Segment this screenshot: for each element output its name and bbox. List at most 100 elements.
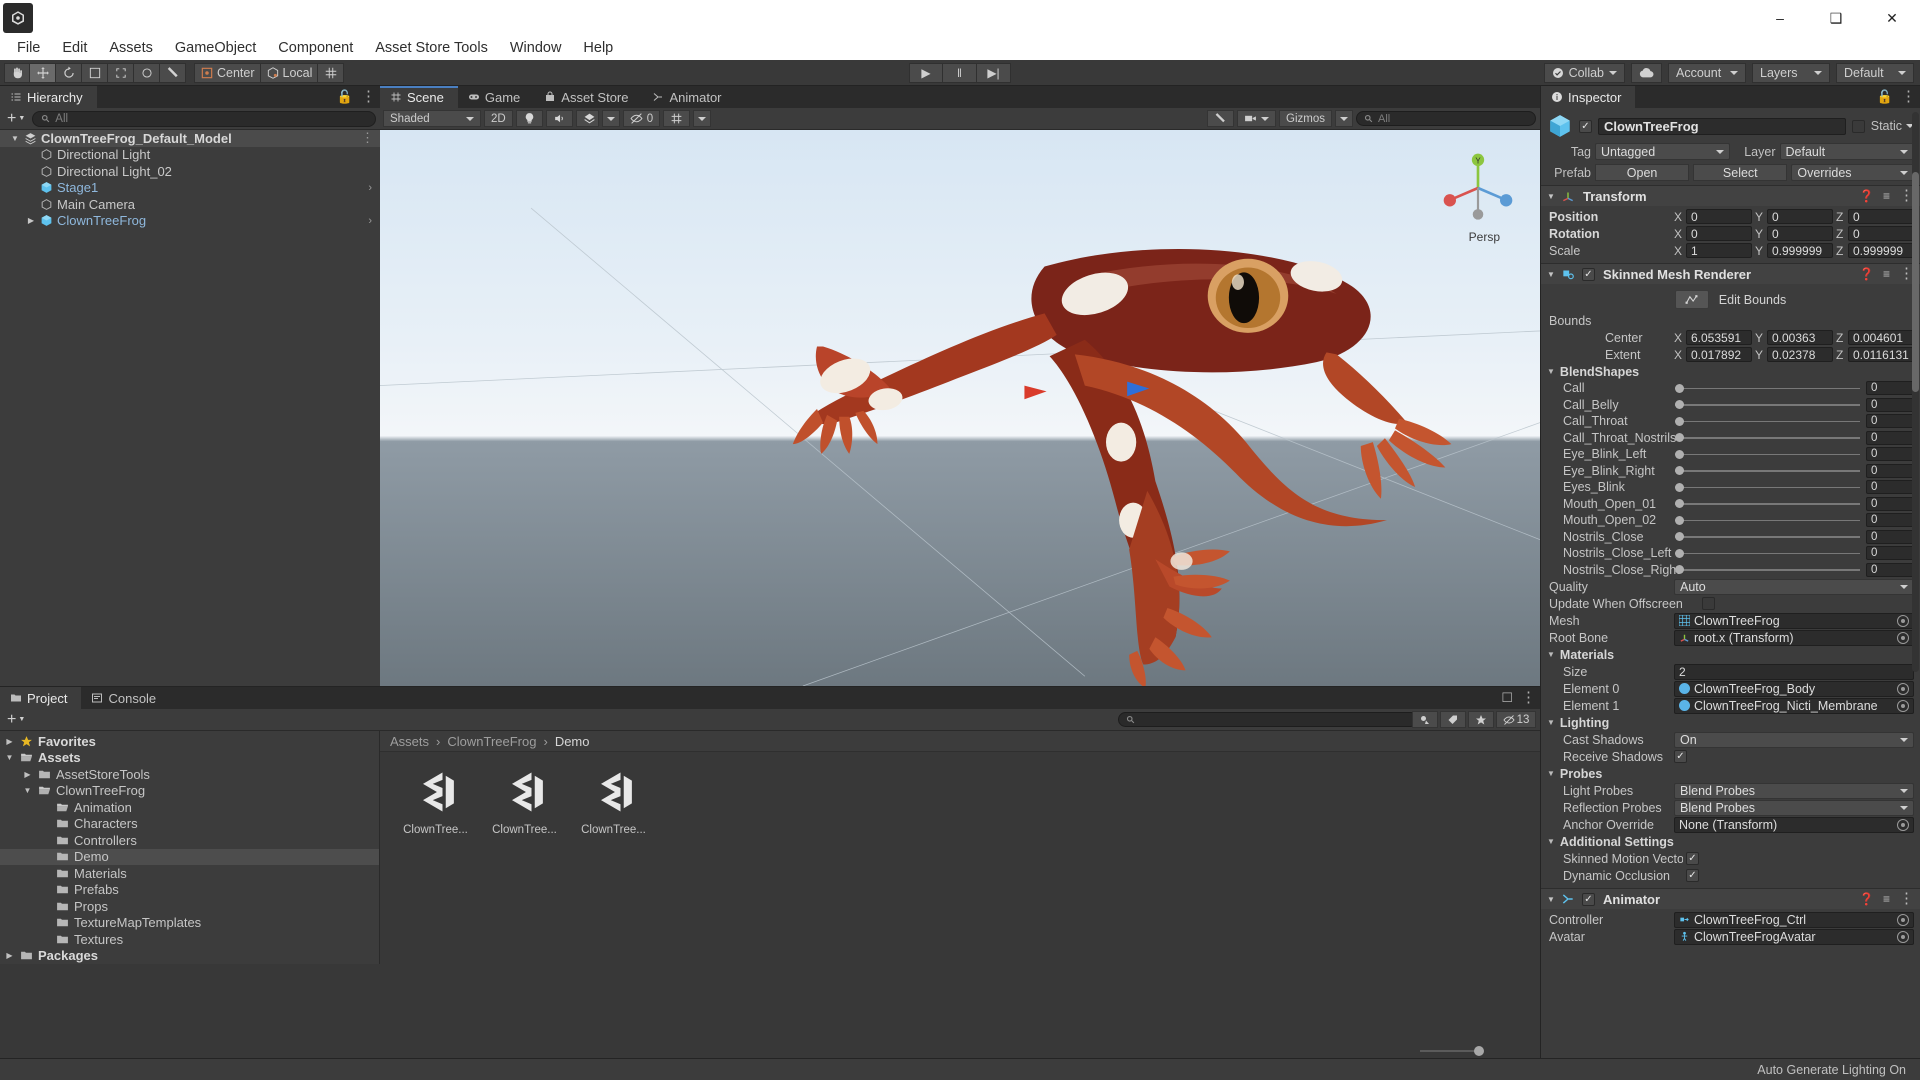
object-picker-icon[interactable] (1897, 699, 1909, 712)
menu-gameobject[interactable]: GameObject (164, 38, 267, 58)
scene-camera-button[interactable] (1237, 110, 1277, 127)
menu-assets[interactable]: Assets (98, 38, 164, 58)
center-x-input[interactable]: 6.053591 (1686, 330, 1752, 345)
extent-y-input[interactable]: 0.02378 (1767, 347, 1833, 362)
project-folder-prefabs[interactable]: Prefabs (0, 882, 379, 899)
step-button[interactable]: ▶| (977, 62, 1011, 83)
toggle-audio-button[interactable] (545, 110, 573, 127)
asset-item[interactable]: ClownTree... (398, 766, 473, 836)
projection-mode-label[interactable]: Persp (1469, 230, 1500, 244)
gizmos-button[interactable]: Gizmos (1279, 110, 1332, 127)
blendshape-slider[interactable] (1675, 448, 1860, 460)
static-checkbox[interactable] (1851, 119, 1865, 133)
scene-orientation-gizmo[interactable]: Y (1434, 144, 1522, 232)
blendshape-slider[interactable] (1675, 481, 1860, 493)
foldout-icon[interactable]: ▶ (22, 770, 33, 779)
tag-dropdown[interactable]: Untagged (1595, 143, 1730, 160)
transform-header[interactable]: ▼ Transform ❓ ≡ ⋮ (1541, 186, 1920, 206)
foldout-icon[interactable]: ▼ (1547, 192, 1556, 201)
close-button[interactable]: ✕ (1864, 0, 1920, 36)
blendshape-slider[interactable] (1675, 399, 1860, 411)
blendshape-slider[interactable] (1675, 498, 1860, 510)
blendshape-value-input[interactable]: 0 (1866, 397, 1914, 412)
object-name-input[interactable]: ClownTreeFrog (1598, 117, 1846, 135)
lighting-section-title[interactable]: ▼ Lighting (1541, 714, 1920, 731)
blendshape-value-input[interactable]: 0 (1866, 430, 1914, 445)
help-icon[interactable]: ❓ (1859, 189, 1874, 203)
grid-snap-button[interactable] (318, 62, 345, 83)
object-picker-icon[interactable] (1897, 614, 1909, 627)
foldout-icon[interactable]: ▼ (1547, 650, 1555, 659)
static-label-group[interactable]: Static (1871, 119, 1914, 133)
pivot-mode-button[interactable]: Center (194, 62, 261, 83)
prefab-open-button[interactable]: Open (1595, 164, 1690, 181)
project-folder-controllers[interactable]: Controllers (0, 832, 379, 849)
zoom-slider[interactable] (1420, 1046, 1484, 1056)
pause-button[interactable]: ‖ (943, 62, 977, 83)
blendshape-value-input[interactable]: 0 (1866, 529, 1914, 544)
object-picker-icon[interactable] (1897, 818, 1909, 831)
project-menu-icon[interactable]: ⋮ (1521, 690, 1536, 705)
menu-edit[interactable]: Edit (51, 38, 98, 58)
center-y-input[interactable]: 0.00363 (1767, 330, 1833, 345)
custom-tool-button[interactable] (160, 62, 186, 83)
additional-settings-title[interactable]: ▼ Additional Settings (1541, 833, 1920, 850)
preset-icon[interactable]: ≡ (1883, 267, 1890, 281)
mesh-object-field[interactable]: ClownTreeFrog (1674, 612, 1914, 629)
project-folder-favorites[interactable]: ▶ Favorites (0, 733, 379, 750)
cloud-button[interactable] (1631, 62, 1662, 83)
tab-project[interactable]: Project (0, 687, 82, 709)
dynamic-occlusion-checkbox[interactable]: ✓ (1686, 869, 1699, 882)
project-folder-demo[interactable]: Demo (0, 848, 379, 865)
hierarchy-menu-icon[interactable]: ⋮ (361, 89, 376, 104)
rotation-y-input[interactable]: 0 (1767, 226, 1833, 241)
blendshape-value-input[interactable]: 0 (1866, 480, 1914, 495)
tab-asset-store[interactable]: Asset Store (534, 86, 643, 108)
reflection-probes-dropdown[interactable]: Blend Probes (1674, 799, 1914, 816)
account-button[interactable]: Account (1668, 62, 1746, 83)
minimize-button[interactable]: – (1752, 0, 1808, 36)
blendshape-value-input[interactable]: 0 (1866, 546, 1914, 561)
foldout-icon[interactable]: ▼ (1547, 837, 1555, 846)
foldout-icon[interactable]: ▼ (4, 753, 15, 762)
blendshape-slider[interactable] (1675, 564, 1860, 576)
menu-file[interactable]: File (6, 38, 51, 58)
project-folder-characters[interactable]: Characters (0, 816, 379, 833)
hierarchy-item-clowntreefrog-default-model[interactable]: ▼ ClownTreeFrog_Default_Model ⋮ (0, 130, 380, 147)
pivot-rotation-button[interactable]: Local (260, 62, 319, 83)
breadcrumb-item-assets[interactable]: Assets (390, 734, 429, 749)
position-x-input[interactable]: 0 (1686, 209, 1752, 224)
object-picker-icon[interactable] (1897, 682, 1909, 695)
blendshapes-section-title[interactable]: ▼ BlendShapes (1541, 363, 1920, 380)
expand-chevron-icon[interactable]: › (368, 182, 372, 194)
blendshape-value-input[interactable]: 0 (1866, 447, 1914, 462)
foldout-icon[interactable]: ▼ (1547, 270, 1556, 279)
blendshape-value-input[interactable]: 0 (1866, 463, 1914, 478)
light-probes-dropdown[interactable]: Blend Probes (1674, 782, 1914, 799)
window-controls[interactable]: – ❑ ✕ (1752, 0, 1920, 36)
toggle-lighting-button[interactable] (515, 110, 543, 127)
hierarchy-item-directional-light-02[interactable]: Directional Light_02 (0, 163, 380, 180)
rotate-tool-button[interactable] (56, 62, 82, 83)
layout-button[interactable]: Default (1836, 62, 1914, 83)
root-bone-object-field[interactable]: root.x (Transform) (1674, 629, 1914, 646)
tab-scene[interactable]: Scene (380, 86, 458, 108)
filter-by-type-icon[interactable] (1412, 711, 1438, 728)
toggle-2d-button[interactable]: 2D (484, 110, 513, 127)
controller-object-field[interactable]: ClownTreeFrog_Ctrl (1674, 911, 1914, 928)
project-folder-tree[interactable]: ▶ Favorites ▼ Assets ▶ AssetStoreTools ▼ ClownT… (0, 731, 380, 964)
gizmos-dropdown[interactable] (1335, 110, 1353, 127)
foldout-icon[interactable]: ▼ (22, 786, 33, 795)
edit-bounds-button[interactable] (1674, 290, 1709, 309)
tab-game[interactable]: Game (457, 86, 535, 108)
help-icon[interactable]: ❓ (1859, 267, 1874, 281)
asset-item[interactable]: ClownTree... (487, 766, 562, 836)
project-folder-assetstoretools[interactable]: ▶ AssetStoreTools (0, 766, 379, 783)
position-y-input[interactable]: 0 (1767, 209, 1833, 224)
probes-section-title[interactable]: ▼ Probes (1541, 765, 1920, 782)
tab-animator[interactable]: Animator (642, 86, 736, 108)
hierarchy-search-input[interactable]: All (32, 110, 376, 127)
project-folder-assets[interactable]: ▼ Assets (0, 750, 379, 767)
hierarchy-tree[interactable]: ▼ ClownTreeFrog_Default_Model ⋮ Directional… (0, 130, 380, 686)
foldout-icon[interactable]: ▶ (26, 216, 36, 225)
